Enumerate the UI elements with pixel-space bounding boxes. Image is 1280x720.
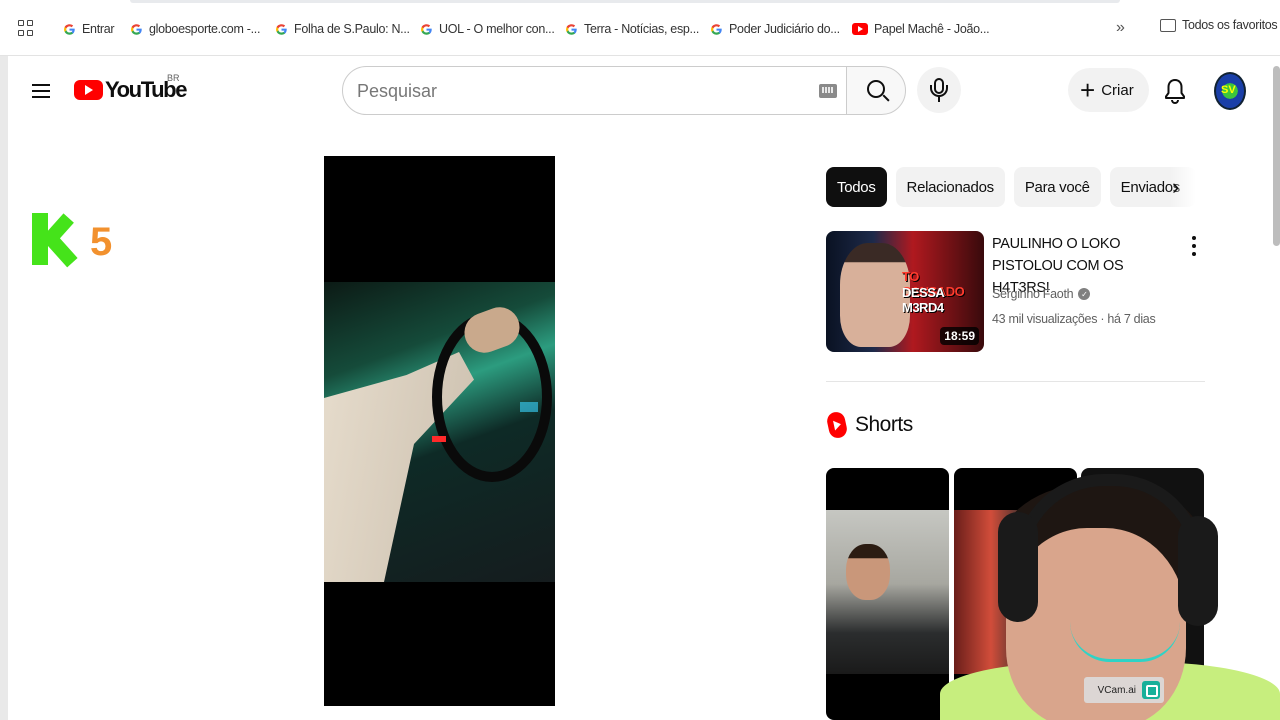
video-channel[interactable]: Serginho Faoth ✓ xyxy=(992,287,1091,301)
google-icon xyxy=(564,22,578,36)
channel-name: Serginho Faoth xyxy=(992,287,1074,301)
vcam-logo-icon xyxy=(1142,681,1160,699)
google-icon xyxy=(419,22,433,36)
page-scrollbar[interactable] xyxy=(1273,66,1280,246)
chip-todos[interactable]: Todos xyxy=(826,167,887,207)
search-input[interactable] xyxy=(357,77,797,105)
chevron-right-icon[interactable]: › xyxy=(1172,176,1194,200)
hamburger-menu-icon[interactable] xyxy=(32,84,50,98)
shorts-title: Shorts xyxy=(855,413,913,436)
verified-check-icon: ✓ xyxy=(1078,288,1091,300)
bookmark-label: globoesporte.com -... xyxy=(149,22,261,36)
divider xyxy=(826,381,1205,382)
google-icon xyxy=(709,22,723,36)
youtube-icon xyxy=(852,23,868,35)
vcam-watermark: VCam.ai xyxy=(1084,677,1164,703)
create-button[interactable]: + Criar xyxy=(1068,68,1149,112)
search-box xyxy=(342,66,847,115)
search-button[interactable] xyxy=(846,66,906,115)
window-left-edge xyxy=(0,56,8,720)
video-duration: 18:59 xyxy=(940,327,979,345)
chip-para-voce[interactable]: Para você xyxy=(1013,167,1101,207)
bookmark-label: Papel Machê - João... xyxy=(874,22,990,36)
more-options-icon[interactable] xyxy=(1192,236,1198,256)
youtube-play-icon xyxy=(74,80,103,100)
filter-chips: Todos Relacionados Para você Enviados xyxy=(826,167,1196,207)
bookmarks-overflow-button[interactable]: » xyxy=(1116,19,1125,37)
chip-relacionados[interactable]: Relacionados xyxy=(895,167,1005,207)
folder-label: Todos os favoritos xyxy=(1182,18,1278,32)
bookmark-label: Entrar xyxy=(82,22,115,36)
bookmarks-bar: Entrar globoesporte.com -... Folha de S.… xyxy=(0,0,1280,56)
thumbnail-text-2: DESSA M3RD4 xyxy=(902,285,944,315)
shorts-header: Shorts xyxy=(825,410,913,440)
video-thumbnail[interactable]: TO CANSADO DESSA M3RD4 18:59 xyxy=(826,231,984,352)
tab-strip-edge xyxy=(130,0,1120,3)
create-label: Criar xyxy=(1101,81,1134,99)
bookmark-uol[interactable]: UOL - O melhor con... xyxy=(419,18,555,40)
bookmark-label: Terra - Notícias, esp... xyxy=(584,22,700,36)
folder-icon xyxy=(1160,18,1176,32)
apps-grid-icon[interactable] xyxy=(18,20,34,36)
video-meta: 43 mil visualizações · há 7 dias xyxy=(992,312,1156,326)
bookmark-papel-mache[interactable]: Papel Machê - João... xyxy=(852,18,990,40)
watermark-number: 5 xyxy=(90,220,113,264)
bookmark-label: Poder Judiciário do... xyxy=(729,22,840,36)
short-card[interactable] xyxy=(826,468,949,720)
watermark-k-letter xyxy=(32,212,78,267)
video-frame xyxy=(324,282,555,582)
shorts-icon xyxy=(825,410,849,440)
bookmark-folha[interactable]: Folha de S.Paulo: N... xyxy=(274,18,410,40)
keyboard-icon[interactable] xyxy=(819,84,837,98)
plus-icon: + xyxy=(1080,75,1096,105)
bookmark-terra[interactable]: Terra - Notícias, esp... xyxy=(564,18,699,40)
vcam-label: VCam.ai xyxy=(1097,684,1136,696)
google-icon xyxy=(274,22,288,36)
region-code: BR xyxy=(167,73,180,83)
all-favorites-folder[interactable]: Todos os favoritos xyxy=(1160,18,1278,32)
recommended-video[interactable]: TO CANSADO DESSA M3RD4 18:59 PAULINHO O … xyxy=(826,231,1206,353)
bookmark-label: Folha de S.Paulo: N... xyxy=(294,22,410,36)
channel-watermark-logo: 5 xyxy=(32,212,113,267)
search-icon xyxy=(867,80,885,98)
bookmark-globoesporte[interactable]: globoesporte.com -... xyxy=(129,18,260,40)
bookmark-poder-judiciario[interactable]: Poder Judiciário do... xyxy=(709,18,840,40)
bookmark-entrar[interactable]: Entrar xyxy=(62,18,115,40)
google-icon xyxy=(129,22,143,36)
avatar[interactable]: SV xyxy=(1214,72,1246,110)
google-icon xyxy=(62,22,76,36)
notifications-bell-icon[interactable] xyxy=(1164,78,1186,104)
avatar-text: SV xyxy=(1221,84,1236,96)
video-player[interactable] xyxy=(324,156,555,706)
bookmark-label: UOL - O melhor con... xyxy=(439,22,555,36)
voice-search-button[interactable] xyxy=(917,67,961,113)
